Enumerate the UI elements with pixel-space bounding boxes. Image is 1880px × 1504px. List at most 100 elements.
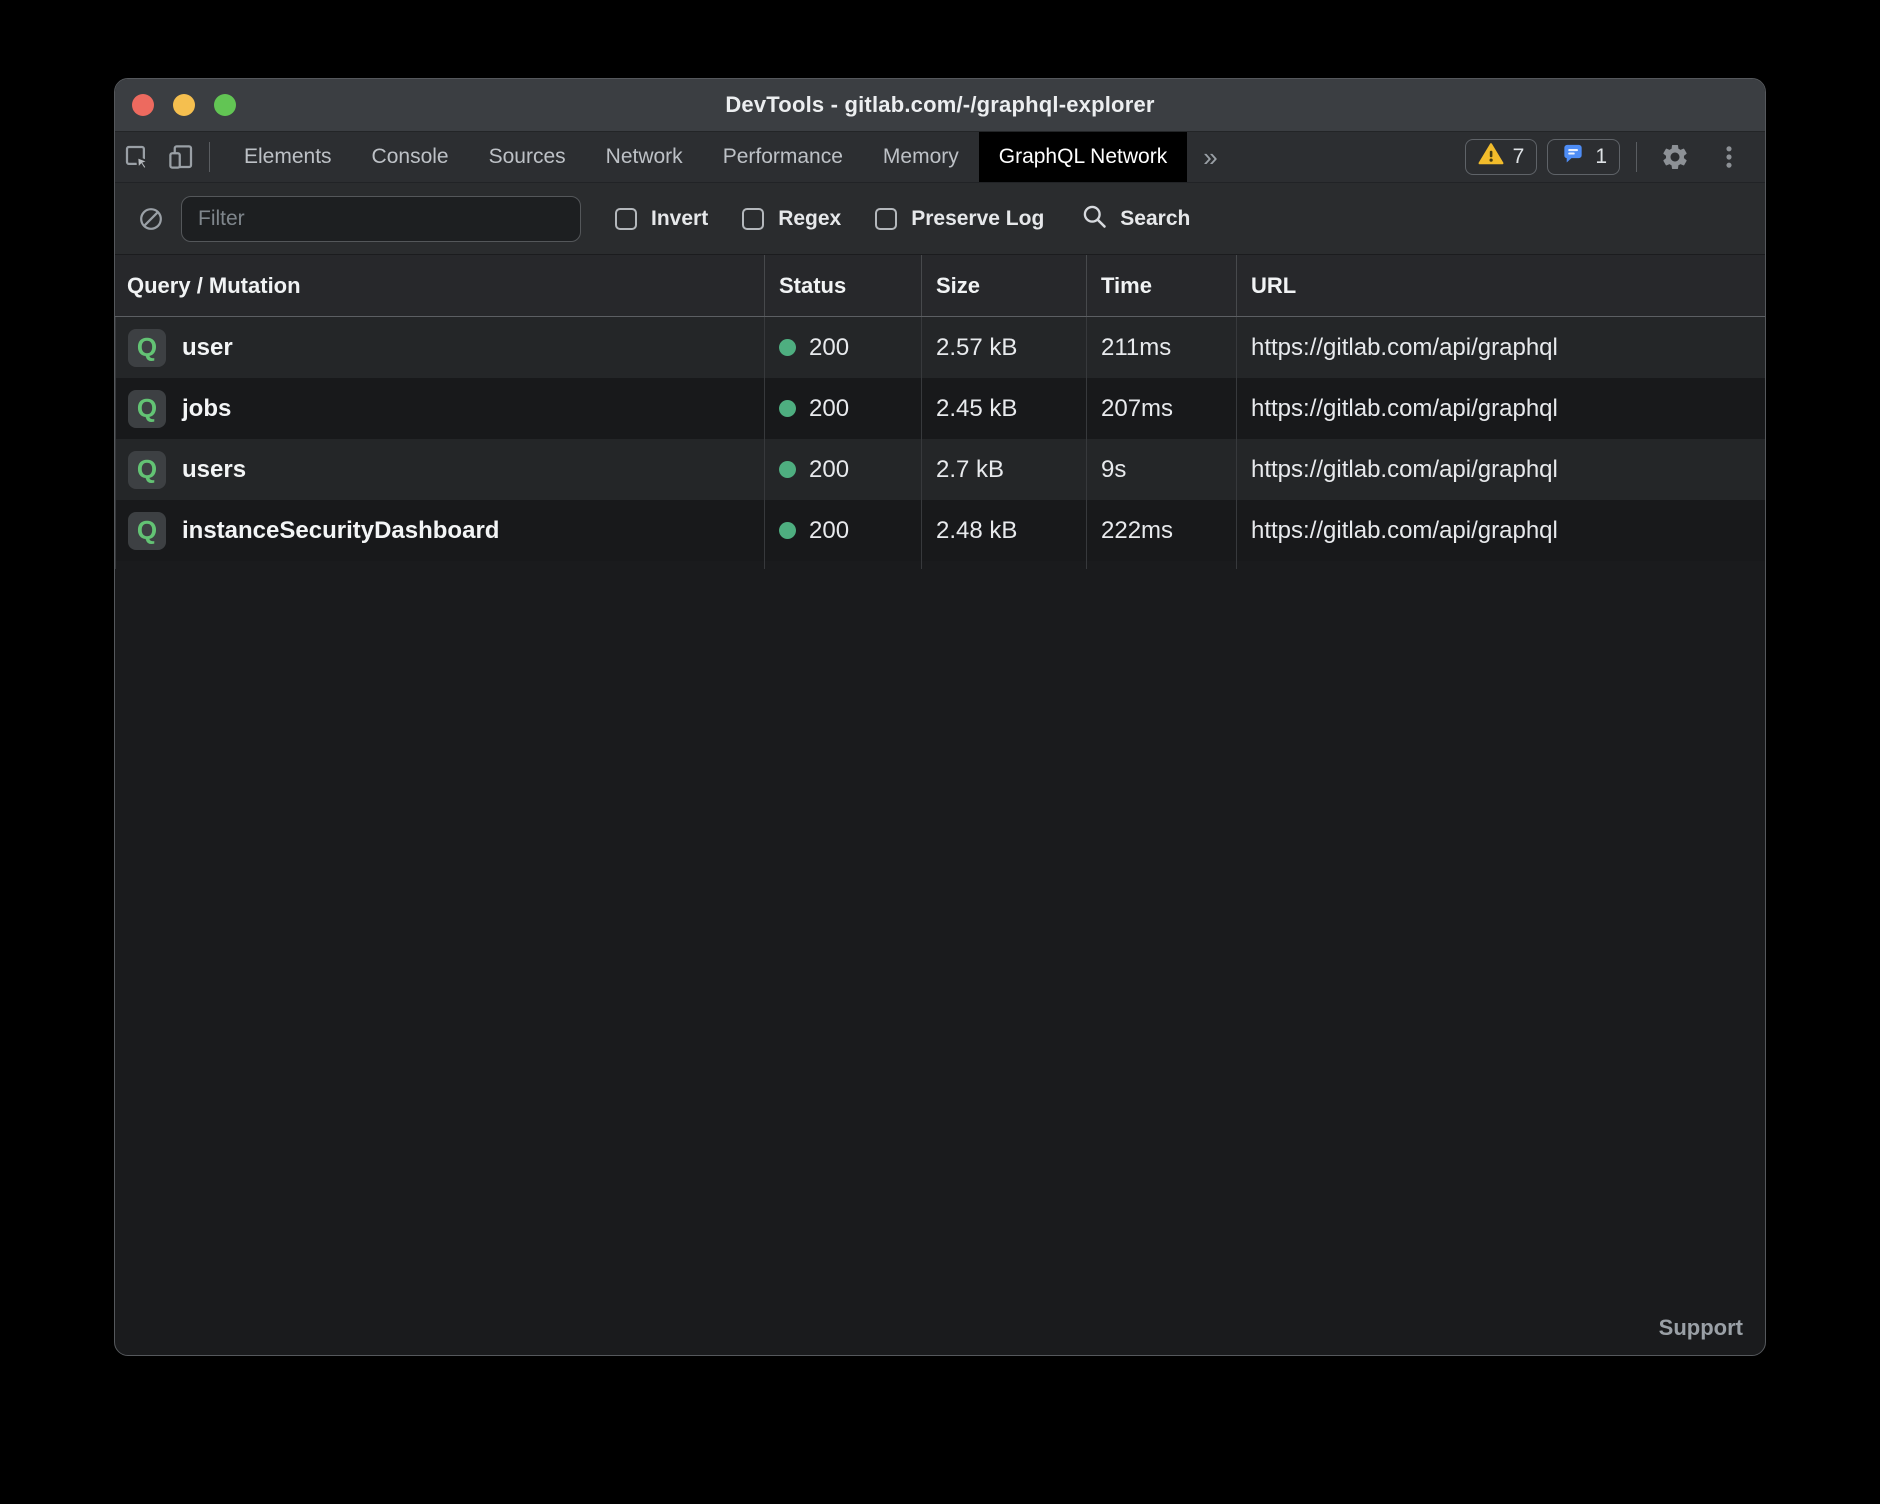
requests-table: Query / Mutation Status Size Time URL Q … <box>115 255 1765 569</box>
filter-checkbox-group: Invert Regex Preserve Log <box>615 207 1044 231</box>
tab-elements[interactable]: Elements <box>224 132 352 182</box>
size-value: 2.45 kB <box>936 395 1017 423</box>
warnings-badge[interactable]: 7 <box>1465 139 1538 175</box>
minimize-button[interactable] <box>173 94 195 116</box>
tab-console[interactable]: Console <box>352 132 469 182</box>
warnings-count: 7 <box>1513 145 1525 169</box>
tab-memory[interactable]: Memory <box>863 132 979 182</box>
time-cell: 222ms <box>1086 500 1236 561</box>
kebab-menu-icon[interactable] <box>1707 132 1751 182</box>
query-cell: Q instanceSecurityDashboard <box>115 500 764 561</box>
status-ok-dot <box>779 339 796 356</box>
time-value: 222ms <box>1101 517 1173 545</box>
status-code: 200 <box>809 456 849 484</box>
tab-bar-right-cluster: 7 1 <box>1465 132 1765 182</box>
column-separator-stub <box>115 561 1765 569</box>
status-code: 200 <box>809 517 849 545</box>
message-bubble-icon <box>1560 141 1586 173</box>
inspect-element-icon[interactable] <box>115 132 159 182</box>
status-code: 200 <box>809 334 849 362</box>
url-value: https://gitlab.com/api/graphql <box>1251 395 1558 423</box>
time-value: 207ms <box>1101 395 1173 423</box>
time-cell: 211ms <box>1086 317 1236 378</box>
url-value: https://gitlab.com/api/graphql <box>1251 456 1558 484</box>
column-header-status[interactable]: Status <box>764 255 921 316</box>
column-header-query-mutation[interactable]: Query / Mutation <box>115 255 764 316</box>
devtools-window: DevTools - gitlab.com/-/graphql-explorer… <box>114 78 1766 1356</box>
url-cell: https://gitlab.com/api/graphql <box>1236 378 1765 439</box>
devtools-tab-bar: ElementsConsoleSourcesNetworkPerformance… <box>115 132 1765 183</box>
messages-badge[interactable]: 1 <box>1547 139 1620 175</box>
toolbar-divider <box>1636 142 1637 172</box>
status-ok-dot <box>779 461 796 478</box>
warning-icon <box>1478 142 1504 172</box>
checkbox-regex[interactable]: Regex <box>742 207 841 231</box>
query-cell: Q users <box>115 439 764 500</box>
query-type-badge: Q <box>128 390 166 428</box>
search-label: Search <box>1120 207 1190 231</box>
url-value: https://gitlab.com/api/graphql <box>1251 334 1558 362</box>
checkbox-preserve-log[interactable]: Preserve Log <box>875 207 1044 231</box>
size-cell: 2.48 kB <box>921 500 1086 561</box>
time-cell: 207ms <box>1086 378 1236 439</box>
column-header-url[interactable]: URL <box>1236 255 1765 316</box>
url-cell: https://gitlab.com/api/graphql <box>1236 317 1765 378</box>
tab-network[interactable]: Network <box>586 132 703 182</box>
tab-sources[interactable]: Sources <box>469 132 586 182</box>
time-value: 9s <box>1101 456 1126 484</box>
status-cell: 200 <box>764 439 921 500</box>
status-code: 200 <box>809 395 849 423</box>
filter-input[interactable] <box>181 196 581 242</box>
size-value: 2.57 kB <box>936 334 1017 362</box>
status-cell: 200 <box>764 317 921 378</box>
search-control[interactable]: Search <box>1080 202 1190 235</box>
size-cell: 2.45 kB <box>921 378 1086 439</box>
status-cell: 200 <box>764 378 921 439</box>
toolbar-divider <box>209 142 210 172</box>
url-value: https://gitlab.com/api/graphql <box>1251 517 1558 545</box>
url-cell: https://gitlab.com/api/graphql <box>1236 500 1765 561</box>
search-icon <box>1080 202 1108 235</box>
table-row[interactable]: Q user 200 2.57 kB 211ms https://gitlab.… <box>115 317 1765 378</box>
device-toolbar-icon[interactable] <box>159 132 203 182</box>
support-link[interactable]: Support <box>1659 1315 1743 1341</box>
traffic-lights <box>132 79 236 131</box>
title-bar: DevTools - gitlab.com/-/graphql-explorer <box>115 79 1765 132</box>
table-header-row: Query / Mutation Status Size Time URL <box>115 255 1765 317</box>
tab-graphql-network[interactable]: GraphQL Network <box>979 132 1187 182</box>
table-row[interactable]: Q jobs 200 2.45 kB 207ms https://gitlab.… <box>115 378 1765 439</box>
checkbox-label: Invert <box>651 207 708 231</box>
query-type-badge: Q <box>128 329 166 367</box>
tab-performance[interactable]: Performance <box>703 132 863 182</box>
close-button[interactable] <box>132 94 154 116</box>
filter-bar: Invert Regex Preserve Log Search <box>115 183 1765 255</box>
checkbox-box[interactable] <box>875 208 897 230</box>
time-value: 211ms <box>1101 334 1171 362</box>
tab-strip: ElementsConsoleSourcesNetworkPerformance… <box>224 132 1187 182</box>
zoom-button[interactable] <box>214 94 236 116</box>
clear-filter-icon[interactable] <box>129 183 173 254</box>
table-body: Q user 200 2.57 kB 211ms https://gitlab.… <box>115 317 1765 561</box>
table-row[interactable]: Q users 200 2.7 kB 9s https://gitlab.com… <box>115 439 1765 500</box>
gear-icon[interactable] <box>1653 132 1697 182</box>
column-header-time[interactable]: Time <box>1086 255 1236 316</box>
table-row[interactable]: Q instanceSecurityDashboard 200 2.48 kB … <box>115 500 1765 561</box>
checkbox-box[interactable] <box>615 208 637 230</box>
checkbox-label: Regex <box>778 207 841 231</box>
query-cell: Q jobs <box>115 378 764 439</box>
column-header-size[interactable]: Size <box>921 255 1086 316</box>
size-value: 2.7 kB <box>936 456 1004 484</box>
checkbox-invert[interactable]: Invert <box>615 207 708 231</box>
checkbox-label: Preserve Log <box>911 207 1044 231</box>
url-cell: https://gitlab.com/api/graphql <box>1236 439 1765 500</box>
checkbox-box[interactable] <box>742 208 764 230</box>
query-name: jobs <box>182 395 231 423</box>
size-value: 2.48 kB <box>936 517 1017 545</box>
messages-count: 1 <box>1595 145 1607 169</box>
status-cell: 200 <box>764 500 921 561</box>
status-ok-dot <box>779 400 796 417</box>
query-type-badge: Q <box>128 451 166 489</box>
more-tabs-icon[interactable]: » <box>1187 132 1233 182</box>
query-name: instanceSecurityDashboard <box>182 517 499 545</box>
size-cell: 2.57 kB <box>921 317 1086 378</box>
